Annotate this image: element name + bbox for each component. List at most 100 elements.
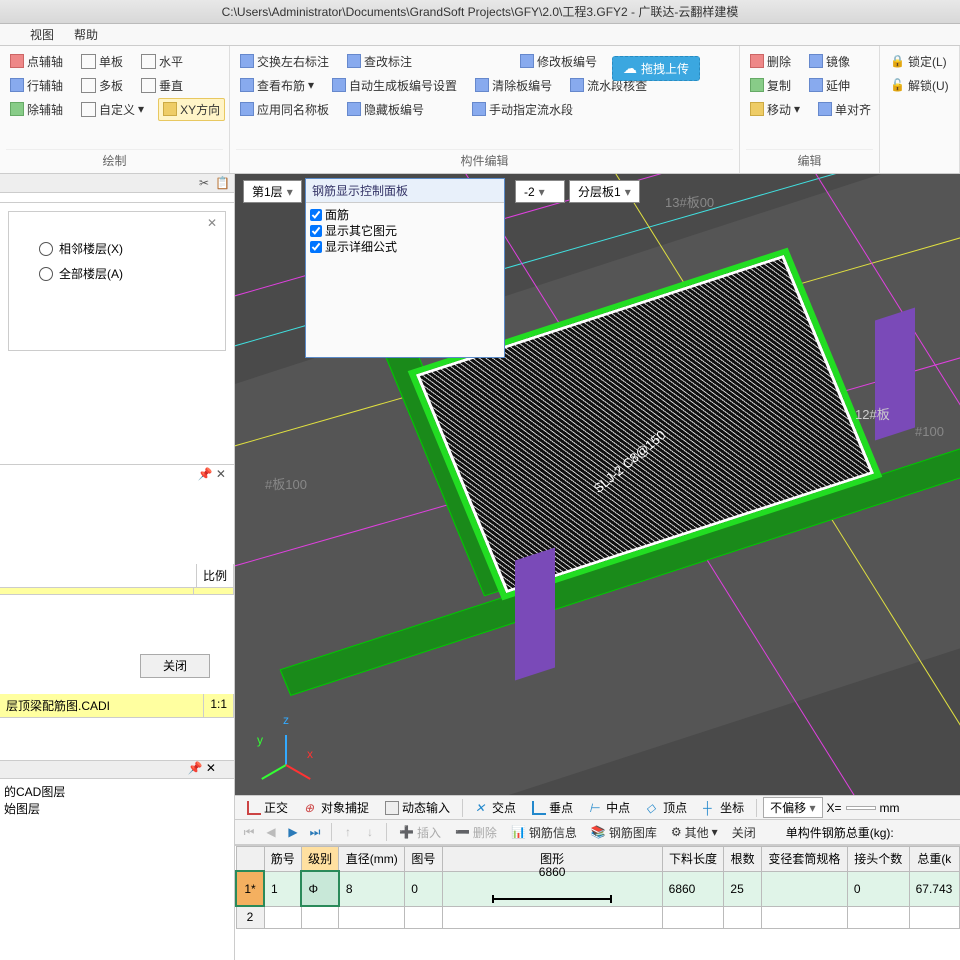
slab-12-label: 12#板: [855, 404, 890, 423]
apply-same-name-btn[interactable]: 应用同名称板: [236, 99, 333, 120]
clear-slab-num-btn[interactable]: 清除板编号: [471, 75, 556, 96]
axis-gizmo: z y x: [255, 715, 315, 775]
osnap-btn[interactable]: ⊕对象捕捉: [298, 796, 375, 819]
mirror-btn[interactable]: 镜像: [805, 51, 854, 72]
menu-bar: 视图 帮助: [0, 24, 960, 46]
table-row[interactable]: 2: [236, 906, 960, 928]
ribbon: 点辅轴 单板 水平 行辅轴 多板 垂直 除辅轴 自定义▾ XY方向 绘制 交换左…: [0, 46, 960, 174]
delete-row-btn[interactable]: ➖删除: [451, 822, 501, 843]
auto-slab-num-btn[interactable]: 自动生成板编号设置: [328, 75, 461, 96]
other-btn[interactable]: ⚙其他▾: [667, 822, 722, 843]
menu-help[interactable]: 帮助: [74, 26, 98, 43]
intersection-btn[interactable]: ✕交点: [469, 796, 522, 819]
remove-aux-btn[interactable]: 除辅轴: [6, 99, 67, 120]
rebar-shape-icon: [492, 898, 612, 900]
insert-btn[interactable]: ➕插入: [395, 822, 445, 843]
cad-layer-item[interactable]: 始图层: [4, 800, 230, 817]
col-dia[interactable]: 直径(mm): [339, 847, 405, 872]
unlock-btn[interactable]: 🔓解锁(U): [886, 75, 953, 96]
horizontal-chk[interactable]: 水平: [137, 51, 187, 72]
title-bar: C:\Users\Administrator\Documents\GrandSo…: [0, 0, 960, 24]
last-btn[interactable]: ⏭: [307, 824, 323, 840]
copy-icon[interactable]: 📋: [215, 176, 230, 190]
col-num[interactable]: 筋号: [264, 847, 301, 872]
lock-icon: 🔒: [890, 54, 905, 68]
snap-toolbar: 正交 ⊕对象捕捉 动态输入 ✕交点 垂点 ⊢中点 ◇顶点 ┼坐标 不偏移 X= …: [235, 795, 960, 820]
scale-header: 比例: [197, 564, 234, 587]
show-detail-chk[interactable]: 显示详细公式: [310, 239, 500, 255]
floor-dropdown[interactable]: 第1层: [243, 180, 302, 203]
check-annot-btn[interactable]: 查改标注: [343, 51, 416, 72]
cut-icon[interactable]: ✂: [199, 176, 209, 190]
layer-num-dropdown[interactable]: -2: [515, 180, 565, 203]
label-100a: #板100: [265, 474, 307, 493]
ortho-btn[interactable]: 正交: [241, 796, 294, 819]
align-btn[interactable]: 单对齐: [814, 99, 875, 120]
all-floor-radio[interactable]: 全部楼层(A): [39, 265, 195, 282]
sublayer-dropdown[interactable]: 分层板1: [569, 180, 640, 203]
rebar-display-panel[interactable]: 钢筋显示控制面板 面筋 显示其它图元 显示详细公式: [305, 178, 505, 358]
move-btn[interactable]: 移动▾: [746, 99, 804, 120]
perpendicular-btn[interactable]: 垂点: [526, 796, 579, 819]
down-btn[interactable]: ↓: [362, 824, 378, 840]
close-icon[interactable]: ✕: [207, 216, 217, 230]
drag-upload-btn[interactable]: 拖拽上传: [612, 56, 700, 81]
prev-btn[interactable]: ◀: [263, 824, 279, 840]
rebar-table: 筋号 级别 直径(mm) 图号 图形 下料长度 根数 变径套筒规格 接头个数 总…: [235, 845, 960, 960]
view-rebar-btn[interactable]: 查看布筋▾: [236, 75, 318, 96]
extend-btn[interactable]: 延伸: [805, 75, 854, 96]
offset-dropdown[interactable]: 不偏移: [763, 797, 822, 818]
aux-row-btn[interactable]: 行辅轴: [6, 75, 67, 96]
copy-btn[interactable]: 复制: [746, 75, 795, 96]
viewport-3d[interactable]: SLJ-2 C8@150 12#板 #板100 13#板00 #100 z y …: [235, 174, 960, 795]
manual-flow-btn[interactable]: 手动指定流水段: [468, 99, 577, 120]
surface-rebar-chk[interactable]: 面筋: [310, 207, 500, 223]
next-btn[interactable]: ▶: [285, 824, 301, 840]
col-wt[interactable]: 总重(k: [909, 847, 959, 872]
adjacent-floor-radio[interactable]: 相邻楼层(X): [39, 240, 195, 257]
close-rebar-btn[interactable]: 关闭: [728, 822, 760, 843]
unlock-icon: 🔓: [890, 78, 905, 92]
rebar-info-btn[interactable]: 📊钢筋信息: [507, 822, 581, 843]
apex-btn[interactable]: ◇顶点: [640, 796, 693, 819]
ribbon-label-draw: 绘制: [6, 149, 223, 169]
total-weight-label: 单构件钢筋总重(kg):: [786, 824, 894, 841]
col-grade[interactable]: 级别: [301, 847, 338, 872]
multi-slab-chk[interactable]: 多板: [77, 75, 127, 96]
rebar-lib-btn[interactable]: 📚钢筋图库: [587, 822, 661, 843]
col-sleeve[interactable]: 变径套筒规格: [761, 847, 847, 872]
left-panel: ✂ 📋 ✕ 相邻楼层(X) 全部楼层(A) 📌 ✕ 比例 关闭 层顶梁配筋图.C…: [0, 174, 235, 960]
dyn-input-btn[interactable]: 动态输入: [379, 796, 456, 819]
swap-annot-btn[interactable]: 交换左右标注: [236, 51, 333, 72]
x-coord-input[interactable]: [846, 806, 876, 810]
close-button[interactable]: 关闭: [140, 654, 210, 678]
hide-slab-num-btn[interactable]: 隐藏板编号: [343, 99, 428, 120]
xy-direction-btn[interactable]: XY方向: [158, 98, 225, 121]
delete-btn[interactable]: 删除: [746, 51, 795, 72]
first-btn[interactable]: ⏮: [241, 824, 257, 840]
ribbon-label-edit-comp: 构件编辑: [236, 149, 733, 169]
panel-title: 钢筋显示控制面板: [306, 179, 504, 203]
cad-file-row[interactable]: 层顶梁配筋图.CADI: [0, 694, 204, 717]
label-13: 13#板00: [665, 192, 714, 211]
aux-point-btn[interactable]: 点辅轴: [6, 51, 67, 72]
menu-view[interactable]: 视图: [30, 26, 54, 43]
col-joint[interactable]: 接头个数: [847, 847, 909, 872]
panel-header: ✂ 📋: [0, 174, 234, 193]
coord-btn[interactable]: ┼坐标: [697, 796, 750, 819]
vertical-chk[interactable]: 垂直: [137, 75, 187, 96]
col-fig[interactable]: 图号: [405, 847, 442, 872]
label-100b: #100: [915, 424, 944, 439]
midpoint-btn[interactable]: ⊢中点: [583, 796, 636, 819]
table-row[interactable]: 1* 1 Φ 8 0 6860 6860 25 0 67.743: [236, 871, 960, 906]
cad-layer-item[interactable]: 的CAD图层: [4, 783, 230, 800]
edit-slab-num-btn[interactable]: 修改板编号: [516, 51, 601, 72]
cad-layer-panel: 📌 ✕ 的CAD图层 始图层: [0, 760, 234, 960]
col-qty[interactable]: 根数: [724, 847, 761, 872]
up-btn[interactable]: ↑: [340, 824, 356, 840]
show-other-chk[interactable]: 显示其它图元: [310, 223, 500, 239]
custom-chk[interactable]: 自定义▾: [77, 99, 148, 120]
lock-btn[interactable]: 🔒锁定(L): [886, 51, 951, 72]
single-slab-chk[interactable]: 单板: [77, 51, 127, 72]
col-len[interactable]: 下料长度: [662, 847, 724, 872]
